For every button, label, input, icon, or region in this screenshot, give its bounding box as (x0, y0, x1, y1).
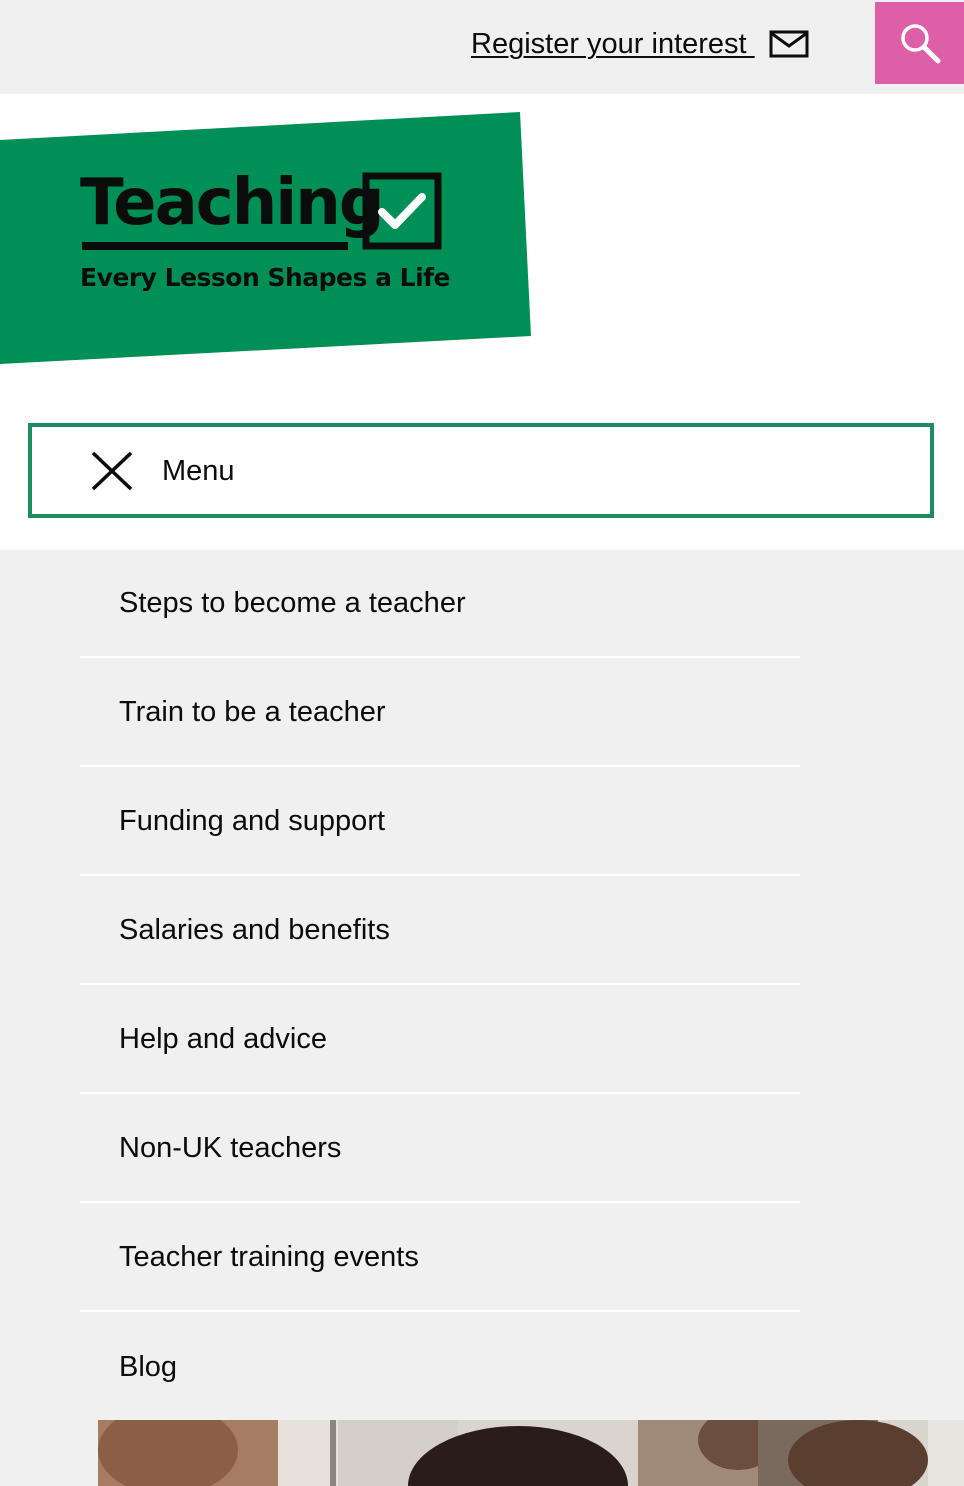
search-button[interactable] (875, 2, 964, 84)
nav-item-help[interactable]: Help and advice (80, 985, 800, 1094)
search-icon (900, 24, 940, 64)
nav-link-label[interactable]: Funding and support (119, 803, 385, 839)
site-logo[interactable]: Teaching Every Lesson Shapes a Life (0, 112, 532, 366)
nav-item-events[interactable]: Teacher training events (80, 1203, 800, 1312)
page: Register your interest Teaching Every Le… (0, 0, 964, 1486)
nav-item-steps[interactable]: Steps to become a teacher (80, 550, 800, 658)
nav-link-label[interactable]: Teacher training events (119, 1239, 419, 1275)
nav-link-label[interactable]: Help and advice (119, 1021, 327, 1057)
nav-item-funding[interactable]: Funding and support (80, 767, 800, 876)
nav-link-label[interactable]: Blog (119, 1349, 177, 1385)
nav-item-train[interactable]: Train to be a teacher (80, 658, 800, 767)
register-interest-label: Register your interest (471, 28, 755, 60)
menu-label: Menu (162, 454, 235, 487)
register-interest-link[interactable]: Register your interest (471, 22, 809, 66)
nav-item-blog[interactable]: Blog (80, 1312, 800, 1421)
nav-link-label[interactable]: Steps to become a teacher (119, 585, 466, 621)
close-icon (91, 451, 133, 490)
logo-wordmark: Teaching (80, 166, 385, 240)
logo-tagline: Every Lesson Shapes a Life (80, 263, 451, 292)
menu-toggle-button[interactable]: Menu (28, 423, 934, 518)
hero-photo (98, 1420, 964, 1486)
nav-link-label[interactable]: Train to be a teacher (119, 694, 386, 730)
nav-panel: Steps to become a teacher Train to be a … (0, 550, 964, 1486)
hero-photo-illustration (98, 1420, 964, 1486)
nav-list: Steps to become a teacher Train to be a … (80, 550, 800, 1421)
logo-underline (82, 242, 348, 250)
nav-link-label[interactable]: Salaries and benefits (119, 912, 390, 948)
checkbox-tick-icon (362, 172, 442, 250)
top-bar: Register your interest (0, 0, 964, 94)
nav-item-non-uk[interactable]: Non-UK teachers (80, 1094, 800, 1203)
envelope-icon (769, 30, 809, 58)
nav-item-salaries[interactable]: Salaries and benefits (80, 876, 800, 985)
nav-link-label[interactable]: Non-UK teachers (119, 1130, 341, 1166)
